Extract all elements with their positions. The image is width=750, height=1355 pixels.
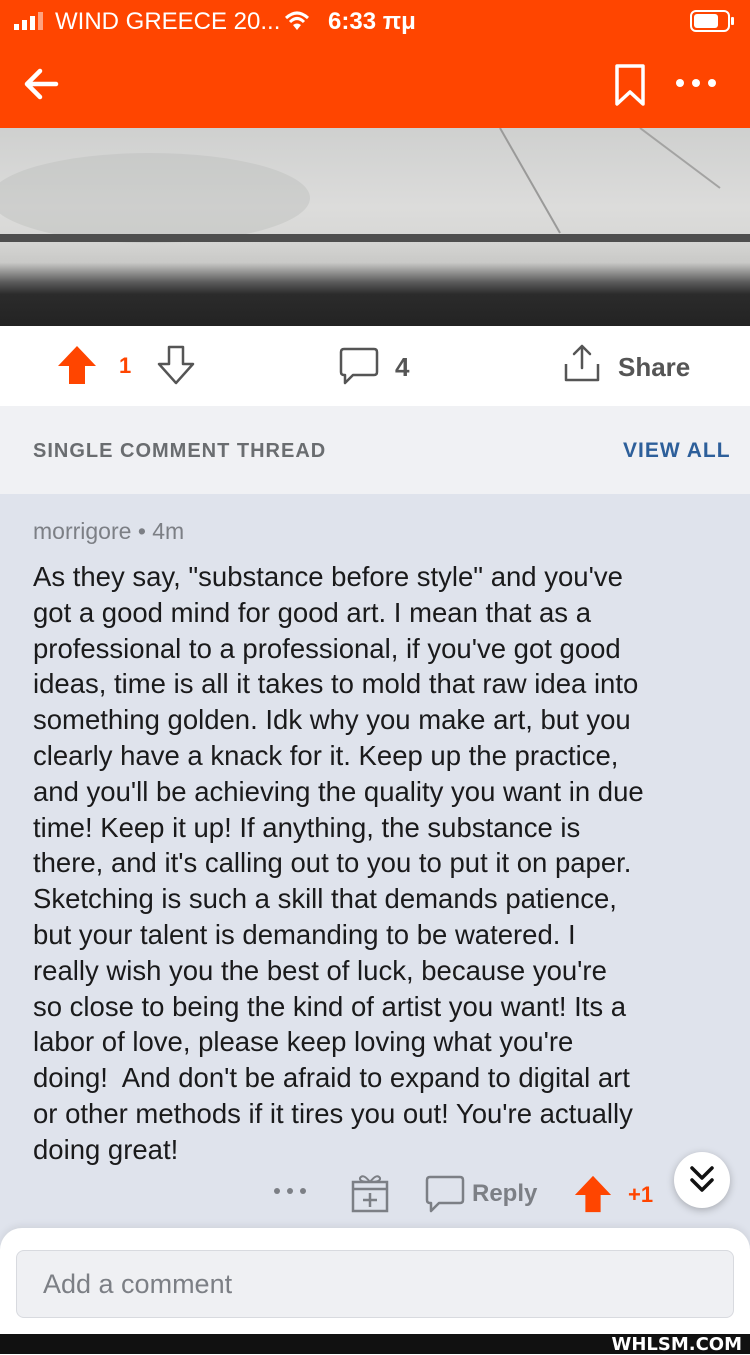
comment-score: +1 bbox=[628, 1182, 654, 1207]
add-comment-input[interactable]: Add a comment bbox=[16, 1250, 734, 1318]
comment-author[interactable]: morrigore bbox=[33, 518, 131, 544]
comment-input-placeholder: Add a comment bbox=[43, 1269, 233, 1299]
upvote-arrow-icon[interactable] bbox=[56, 344, 98, 386]
post-image[interactable] bbox=[0, 128, 750, 326]
wifi-icon bbox=[284, 11, 310, 30]
status-time: 6:33 πμ bbox=[328, 8, 416, 35]
post-action-bar: 1 4 Share bbox=[0, 326, 750, 406]
thread-title: SINGLE COMMENT THREAD bbox=[33, 440, 327, 462]
battery-icon bbox=[690, 10, 734, 32]
reply-bubble-icon[interactable] bbox=[425, 1174, 465, 1214]
comment-upvote-icon[interactable] bbox=[573, 1174, 613, 1214]
post-image-drawing bbox=[0, 128, 750, 243]
comment-count[interactable]: 4 bbox=[395, 352, 409, 383]
collapse-thread-button[interactable] bbox=[674, 1152, 730, 1208]
comment-body: As they say, "substance before style" an… bbox=[33, 561, 644, 1165]
signal-icon bbox=[14, 12, 43, 30]
comment-composer: Add a comment bbox=[0, 1228, 750, 1334]
comment-card: morrigore • 4m As they say, "substance b… bbox=[0, 494, 750, 1254]
status-bar: WIND GREECE 20... 6:33 πμ bbox=[0, 0, 750, 44]
double-chevron-down-icon bbox=[690, 1166, 714, 1192]
reply-button[interactable]: Reply bbox=[472, 1180, 537, 1208]
share-button[interactable]: Share bbox=[618, 352, 690, 383]
share-icon[interactable] bbox=[562, 342, 602, 384]
downvote-arrow-icon[interactable] bbox=[156, 344, 196, 386]
comment-more-icon[interactable] bbox=[272, 1186, 308, 1196]
thread-header: SINGLE COMMENT THREAD VIEW ALL bbox=[0, 406, 750, 494]
post-score: 1 bbox=[119, 353, 132, 378]
top-nav-bar bbox=[0, 44, 750, 128]
watermark: WHLSM.COM bbox=[611, 1334, 742, 1355]
back-arrow-icon[interactable] bbox=[20, 62, 64, 106]
bookmark-icon[interactable] bbox=[612, 62, 648, 108]
comment-age: 4m bbox=[152, 518, 185, 544]
comment-bubble-icon[interactable] bbox=[339, 346, 379, 386]
meta-separator: • bbox=[137, 518, 146, 544]
view-all-link[interactable]: VIEW ALL bbox=[623, 439, 731, 463]
more-options-icon[interactable] bbox=[672, 68, 720, 98]
carrier-name: WIND GREECE 20... bbox=[55, 8, 281, 35]
comment-action-row: Reply +1 bbox=[0, 1172, 750, 1222]
award-gift-icon[interactable] bbox=[350, 1172, 390, 1214]
comment-meta: morrigore • 4m bbox=[33, 518, 184, 545]
